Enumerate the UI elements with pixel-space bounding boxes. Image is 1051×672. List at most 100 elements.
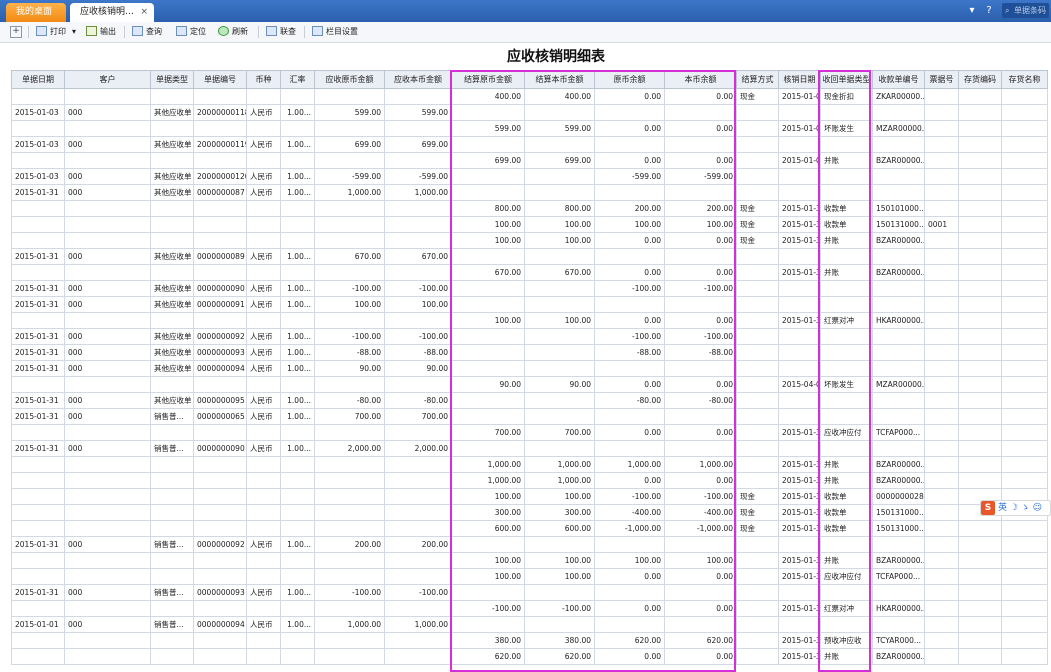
table-row[interactable]: 100.00100.000.000.002015-01-31红票对冲HKAR00…: [11, 312, 1048, 329]
table-row[interactable]: 2015-01-31 000 其他应收单 0000000087 人民币 1.00... 1,…: [11, 184, 1048, 201]
column-header[interactable]: 单据日期: [11, 70, 65, 89]
tab-ar-writeoff-detail[interactable]: 应收核销明… ×: [70, 3, 154, 22]
table-row[interactable]: 1,000.00 1,000.00 1,000.00 1,000.00 2015-01-…: [11, 456, 1048, 473]
table-cell: [64, 456, 151, 473]
ime-status-bar[interactable]: S英 ☽ ゝ ☺: [980, 500, 1051, 516]
column-header[interactable]: 单据类型: [150, 70, 194, 89]
column-settings-button[interactable]: 栏目设置: [312, 25, 358, 39]
table-cell: 坏账发生: [820, 376, 873, 393]
table-cell: [736, 360, 779, 377]
table-cell: [314, 232, 385, 249]
table-row[interactable]: 600.00 600.00 -1,000.00 -1,000.00 现金 2015-01-…: [11, 520, 1048, 537]
table-row[interactable]: 2015-01-31 000 其他应收单 0000000095 人民币 1.00... -8…: [11, 392, 1048, 409]
table-cell: 2015-01-31: [778, 568, 821, 585]
table-row[interactable]: 100.00100.000.000.00现金2015-01-31并账BZAR00…: [11, 232, 1048, 249]
table-row[interactable]: 2015-01-03 000 其他应收单 20000000120 人民币 1.00... -…: [11, 168, 1048, 185]
table-cell: [594, 408, 665, 425]
barcode-search-input[interactable]: ⌕ 单据条码: [1002, 3, 1049, 18]
table-row[interactable]: 300.00300.00-400.00-400.00现金2015-01-31收款…: [11, 504, 1048, 521]
table-row[interactable]: 699.00699.000.000.002015-01-03并账BZAR0000…: [11, 152, 1048, 169]
table-row[interactable]: 620.00620.000.000.002015-01-31并账BZAR0000…: [11, 648, 1048, 665]
column-header[interactable]: 原币余额: [594, 70, 665, 89]
column-header[interactable]: 应收本币金额: [384, 70, 452, 89]
table-row[interactable]: 100.00100.000.000.002015-01-31应收冲应付TCFAP…: [11, 568, 1048, 585]
table-row[interactable]: -100.00-100.000.000.002015-01-31红票对冲HKAR…: [11, 600, 1048, 617]
table-row[interactable]: 2015-01-31 000 其他应收单 0000000089 人民币 1.00... 67…: [11, 248, 1048, 265]
table-row[interactable]: 2015-01-03 000 其他应收单 20000000119 人民币 1.00... 6…: [11, 136, 1048, 153]
table-cell: [594, 248, 665, 265]
refresh-button[interactable]: 刷新: [218, 25, 248, 39]
table-cell: [1001, 568, 1048, 585]
table-row[interactable]: 2015-01-31 000 其他应收单 0000000093 人民币 1.00... -8…: [11, 344, 1048, 361]
column-header[interactable]: 结算本币金额: [524, 70, 595, 89]
column-header[interactable]: 客户: [64, 70, 151, 89]
table-row[interactable]: 2015-01-31 000 其他应收单 0000000090 人民币 1.00... -1…: [11, 280, 1048, 297]
table-cell: 100.00: [524, 568, 595, 585]
table-cell: [664, 408, 737, 425]
table-cell: 坏账发生: [820, 120, 873, 137]
printer-icon: [36, 26, 47, 36]
table-row[interactable]: 400.00400.000.000.00现金2015-01-01现金折扣ZKAR…: [11, 88, 1048, 105]
table-row[interactable]: 2015-01-31 000 其他应收单 0000000092 人民币 1.00... -1…: [11, 328, 1048, 345]
table-cell: [314, 632, 385, 649]
table-row[interactable]: 2015-01-31 000 销售普... 0000000065 人民币 1.00... 7…: [11, 408, 1048, 425]
link-query-button[interactable]: 联查: [266, 25, 296, 39]
table-cell: [524, 136, 595, 153]
print-button[interactable]: 打印: [36, 25, 66, 39]
column-header[interactable]: 存货名称: [1001, 70, 1048, 89]
export-button[interactable]: 输出: [86, 25, 116, 39]
column-header[interactable]: 汇率: [280, 70, 315, 89]
close-icon[interactable]: ×: [140, 3, 148, 22]
table-cell: 0.00: [594, 568, 665, 585]
table-row[interactable]: 2015-01-01 000 销售普... 0000000094 人民币 1.00... 1…: [11, 616, 1048, 633]
table-row[interactable]: 1,000.001,000.000.000.002015-01-31并账BZAR…: [11, 472, 1048, 489]
query-button[interactable]: 查询: [132, 25, 162, 39]
table-cell: 其他应收单: [150, 168, 194, 185]
table-row[interactable]: 2015-01-31 000 销售普... 0000000090 人民币 1.00... 2…: [11, 440, 1048, 457]
table-row[interactable]: 380.00380.00620.00620.002015-01-31预收冲应收T…: [11, 632, 1048, 649]
column-header[interactable]: 单据编号: [193, 70, 247, 89]
column-header[interactable]: 收回单据类型: [820, 70, 873, 89]
column-header[interactable]: 收款单编号: [872, 70, 925, 89]
table-cell: [958, 424, 1002, 441]
table-row[interactable]: 100.00100.00-100.00-100.00现金2015-01-31收款…: [11, 488, 1048, 505]
chevron-down-icon[interactable]: ▾: [966, 4, 978, 18]
table-cell: 0000000065: [193, 408, 247, 425]
table-cell: [736, 392, 779, 409]
table-cell: [11, 632, 65, 649]
table-cell: 其他应收单: [150, 248, 194, 265]
table-row[interactable]: 670.00670.000.000.002015-01-31并账BZAR0000…: [11, 264, 1048, 281]
table-cell: [193, 648, 247, 665]
export-label: 输出: [100, 27, 116, 36]
table-row[interactable]: 599.00599.000.000.002015-01-03坏账发生MZAR00…: [11, 120, 1048, 137]
column-header[interactable]: 本币余额: [664, 70, 737, 89]
report-grid[interactable]: 单据日期 客户 单据类型 单据编号 币种 汇率 应收原币金额 应收本币金额 结算原币金额 结算本币…: [11, 70, 1051, 672]
table-row[interactable]: 100.00100.00100.00100.002015-01-31并账BZAR…: [11, 552, 1048, 569]
help-icon[interactable]: ?: [983, 4, 995, 18]
table-cell: [524, 280, 595, 297]
add-icon[interactable]: +: [10, 26, 22, 38]
column-header[interactable]: 应收原币金额: [314, 70, 385, 89]
column-header[interactable]: 结算方式: [736, 70, 779, 89]
table-row[interactable]: 2015-01-31 000 销售普... 0000000092 人民币 1.00... 2…: [11, 536, 1048, 553]
column-header[interactable]: 核销日期: [778, 70, 821, 89]
table-cell: [150, 88, 194, 105]
table-row[interactable]: 2015-01-03 000 其他应收单 20000000118 人民币 1.00... 5…: [11, 104, 1048, 121]
table-row[interactable]: 90.0090.000.000.002015-04-01坏账发生MZAR0000…: [11, 376, 1048, 393]
column-header[interactable]: 票据号: [924, 70, 959, 89]
table-row[interactable]: 700.00700.000.000.002015-01-31应收冲应付TCFAP…: [11, 424, 1048, 441]
table-row[interactable]: 800.00800.00200.00200.00现金2015-01-31收款单1…: [11, 200, 1048, 217]
table-cell: [924, 232, 959, 249]
table-cell: [280, 632, 315, 649]
table-row[interactable]: 2015-01-31 000 销售普... 0000000093 人民币 1.00... -…: [11, 584, 1048, 601]
print-dropdown-caret[interactable]: ▾: [72, 25, 76, 39]
column-header[interactable]: 存货编码: [958, 70, 1002, 89]
tab-my-desktop[interactable]: 我的桌面: [6, 3, 66, 22]
table-row[interactable]: 100.00100.00100.00100.00现金2015-01-31收款单1…: [11, 216, 1048, 233]
table-row[interactable]: 2015-01-31 000 其他应收单 0000000091 人民币 1.00... 10…: [11, 296, 1048, 313]
column-header[interactable]: 币种: [246, 70, 281, 89]
table-cell: 599.00: [314, 104, 385, 121]
table-row[interactable]: 2015-01-31 000 其他应收单 0000000094 人民币 1.00... 90…: [11, 360, 1048, 377]
column-header[interactable]: 结算原币金额: [451, 70, 525, 89]
locate-button[interactable]: 定位: [176, 25, 206, 39]
